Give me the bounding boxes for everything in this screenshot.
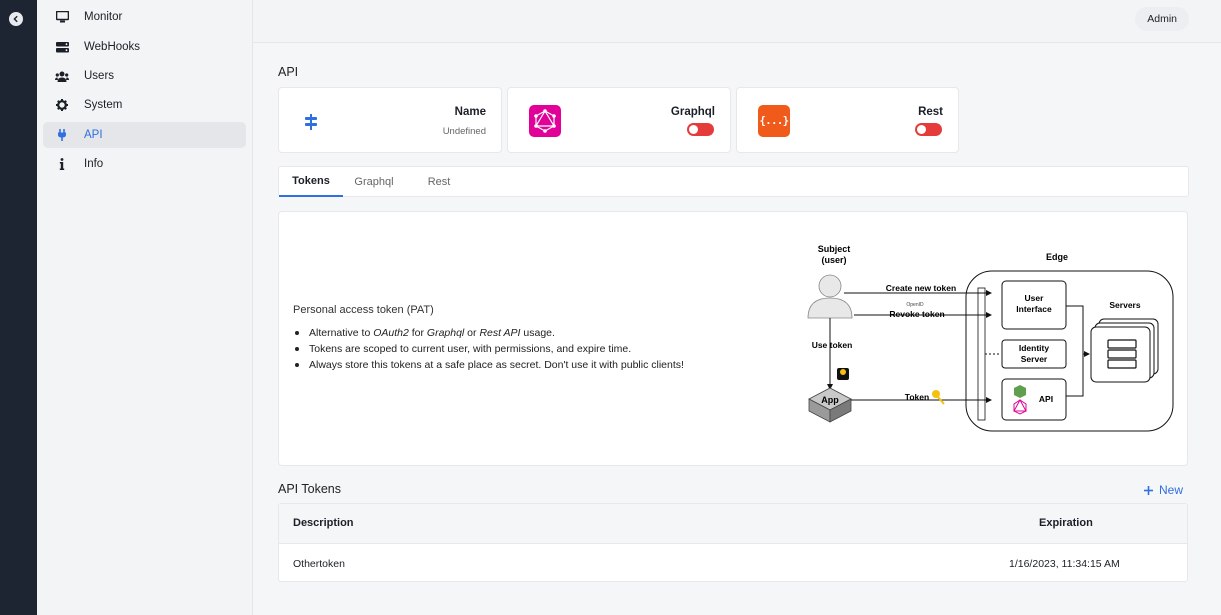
page-title: API [278,65,299,79]
create-token-label: Create new token [886,283,956,293]
sidebar-item-monitor[interactable]: Monitor [43,4,246,30]
subject-label: Subject [818,244,851,254]
sidebar-item-label: API [84,129,103,141]
rest-logo-text: {...} [759,115,789,127]
openid-label: OpenID [906,302,924,308]
plug-icon [54,127,70,143]
users-icon [54,68,70,84]
tab-graphql[interactable]: Graphql [343,167,405,197]
ui-label: Interface [1016,304,1052,314]
rest-logo-icon: {...} [758,105,790,137]
side-rail [0,0,37,615]
sidebar-item-label: Users [84,70,115,82]
sidebar-item-system[interactable]: System [43,92,246,118]
sidebar: Monitor WebHooks Users System API Info [37,0,253,615]
name-card: Name Undefined [278,87,502,153]
identity-label: Identity [1019,343,1049,353]
gear-icon [54,97,70,113]
token-description: Othertoken [293,558,345,570]
sidebar-item-label: System [84,99,123,111]
sidebar-item-info[interactable]: Info [43,151,246,177]
revoke-token-label: Revoke token [889,309,944,319]
token-label: Token [905,392,929,402]
card-value: Undefined [442,126,486,137]
collapse-sidebar-button[interactable] [9,12,23,26]
card-title: Rest [918,106,943,118]
sidebar-item-label: Monitor [84,11,123,23]
api-label: API [1039,394,1053,404]
sidebar-item-api[interactable]: API [43,122,246,148]
list-item: Alternative to OAuth2 for Graphql or Res… [293,325,753,341]
rest-card: {...} Rest [736,87,959,153]
servers-label: Servers [1109,300,1140,310]
graphql-card: Graphql [507,87,731,153]
token-flow-diagram: Subject (user) Edge Create new token Ope… [807,244,1174,432]
subject-label: (user) [821,255,846,265]
graphql-logo-icon [529,105,561,137]
chevron-left-icon [13,15,18,23]
list-item: Always store this tokens at a safe place… [293,357,753,373]
tab-tokens[interactable]: Tokens [279,167,343,197]
user-menu-button[interactable]: Admin [1135,7,1189,31]
pat-bullet-list: Alternative to OAuth2 for Graphql or Res… [293,325,753,373]
card-title: Name [454,106,486,118]
use-token-label: Use token [812,340,853,350]
table-header: Description Expiration [279,504,1187,544]
new-token-label: New [1159,483,1184,497]
info-icon [54,156,70,172]
sidebar-item-webhooks[interactable]: WebHooks [43,34,246,60]
sidebar-item-label: WebHooks [84,41,141,53]
servers-box [1090,326,1151,383]
plus-icon [1144,485,1153,495]
topbar: Admin [253,0,1221,43]
sidebar-item-users[interactable]: Users [43,63,246,89]
key-icon [932,390,945,405]
app-label: App [821,395,839,405]
pat-title: Personal access token (PAT) [293,304,434,316]
new-token-button[interactable]: New [1144,483,1183,497]
signpost-icon [304,114,318,133]
list-item: Tokens are scoped to current user, with … [293,341,753,357]
server-icon [54,39,70,55]
token-expiration: 1/16/2023, 11:34:15 AM [1009,558,1120,570]
api-tokens-title: API Tokens [278,482,342,496]
monitor-icon [54,9,70,25]
api-box [1001,378,1067,421]
ui-label: User [1025,293,1045,303]
lock-icon [837,368,849,380]
card-title: Graphql [670,106,715,118]
user-icon [807,274,853,319]
column-header-expiration: Expiration [1039,517,1093,529]
pat-panel: Personal access token (PAT) Alternative … [278,211,1188,466]
column-header-description: Description [293,517,354,529]
tokens-table: Description Expiration Othertoken 1/16/2… [278,503,1188,582]
tab-bar: Tokens Graphql Rest [278,166,1189,197]
graphql-toggle[interactable] [687,123,714,136]
sidebar-item-label: Info [84,158,104,170]
app-box-icon [808,387,852,423]
rest-toggle[interactable] [915,123,942,136]
tab-rest[interactable]: Rest [417,167,461,197]
identity-label: Server [1021,354,1048,364]
edge-label: Edge [1046,252,1068,262]
